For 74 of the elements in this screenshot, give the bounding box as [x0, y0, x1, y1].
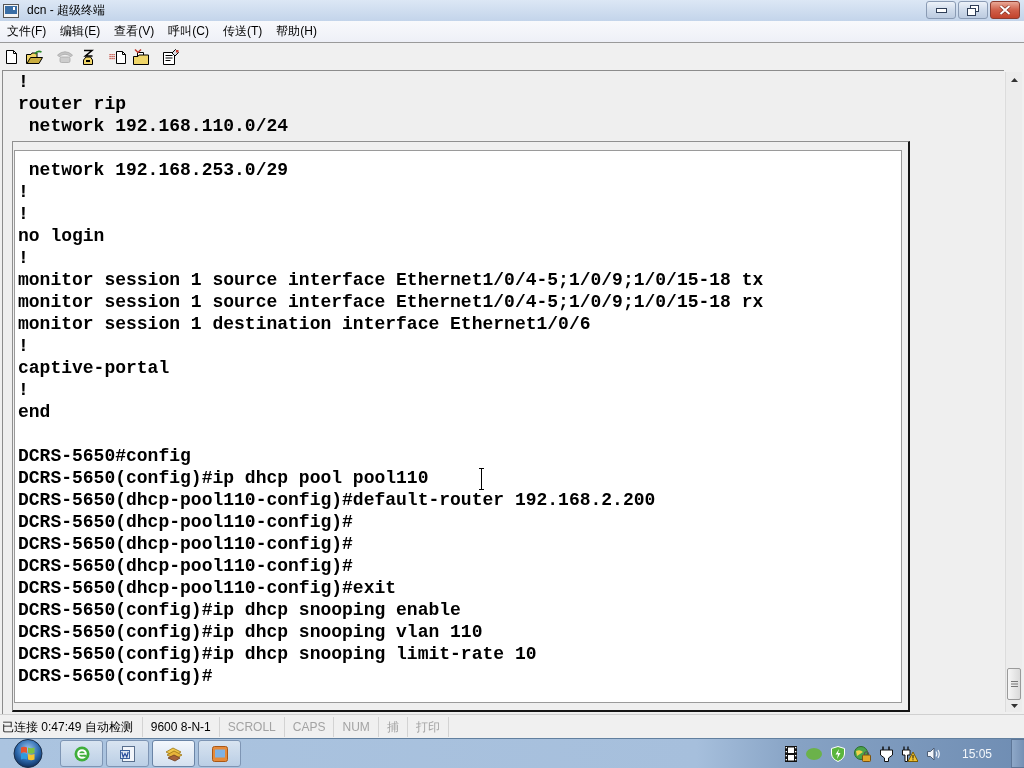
scroll-thumb[interactable] — [1007, 668, 1021, 700]
terminal-line: ! — [18, 203, 29, 225]
status-text: 已连接 0:47:49 自动检测 — [0, 716, 143, 737]
status-text: 捕 — [378, 716, 408, 737]
terminal-line: DCRS-5650(dhcp-pool110-config)# — [18, 533, 353, 555]
telephone-icon — [81, 48, 94, 65]
terminal-line: ! — [18, 181, 29, 203]
terminal-line: DCRS-5650(dhcp-pool110-config)#default-router 192.168.2.200 — [18, 489, 656, 511]
terminal-line: captive-portal — [18, 357, 170, 379]
close-icon — [999, 5, 1011, 15]
taskbar-button[interactable] — [60, 740, 103, 767]
open-folder-icon — [26, 49, 43, 64]
terminal-line: DCRS-5650(dhcp-pool110-config)# — [18, 555, 353, 577]
terminal-line: DCRS-5650(config)#ip dhcp snooping enable — [18, 599, 461, 621]
terminal-line: router rip — [18, 93, 127, 115]
terminal-line: DCRS-5650(config)# — [18, 665, 213, 687]
terminal-line: DCRS-5650(config)#ip dhcp pool pool110 — [18, 467, 429, 489]
blank-page-icon — [6, 49, 17, 64]
grip-icon — [1010, 681, 1018, 687]
terminal-line: network 192.168.253.0/29 — [27, 159, 289, 181]
menu-item[interactable]: 呼叫(C) — [161, 23, 216, 40]
restore-icon — [967, 4, 979, 16]
text-cursor-icon — [479, 468, 484, 490]
window-icon — [211, 745, 228, 762]
folders-icon — [164, 745, 183, 762]
terminal-line: ! — [18, 247, 29, 269]
status-text: 打印 — [407, 716, 449, 737]
speaker-icon[interactable] — [926, 746, 941, 761]
start-orb-icon — [13, 739, 43, 768]
taskbar-button[interactable] — [198, 740, 241, 767]
terminal-line: DCRS-5650(dhcp-pool110-config)#exit — [18, 577, 397, 599]
terminal-line: DCRS-5650(config)#ip dhcp snooping limit-rate 10 — [18, 643, 537, 665]
status-text: CAPS — [284, 716, 335, 737]
terminal-line: DCRS-5650#config — [18, 445, 191, 467]
caret-down-icon — [1010, 704, 1018, 708]
status-text: SCROLL — [219, 716, 285, 737]
terminal-line: end — [18, 401, 51, 423]
minimize-icon — [935, 7, 947, 13]
terminal-line: monitor session 1 source interface Ethernet1/0/4-5;1/0/9;1/0/15-18 rx — [18, 291, 764, 313]
caret-up-icon — [1010, 78, 1018, 82]
status-text: 9600 8-N-1 — [142, 716, 220, 737]
terminal-line: ! — [18, 379, 29, 401]
w-page-icon — [119, 745, 136, 762]
film-strip-icon[interactable] — [784, 745, 797, 762]
taskbar-button[interactable] — [106, 740, 149, 767]
page-folder-icon — [132, 48, 149, 65]
terminal-line: monitor session 1 source interface Ethernet1/0/4-5;1/0/9;1/0/15-18 tx — [18, 269, 764, 291]
globe-lock-icon[interactable] — [853, 745, 871, 762]
menu-item[interactable]: 查看(V) — [107, 23, 162, 40]
terminal-line: DCRS-5650(dhcp-pool110-config)# — [18, 511, 353, 533]
menu-item[interactable]: 文件(F) — [0, 23, 54, 40]
terminal-line: no login — [18, 225, 105, 247]
network-warning-icon[interactable] — [901, 745, 918, 762]
terminal-line: monitor session 1 destination interface Ethernet1/0/6 — [18, 313, 591, 335]
terminal-line: network 192.168.110.0/24 — [27, 115, 289, 137]
telephone-icon — [56, 50, 73, 63]
minimize-button[interactable] — [926, 1, 956, 19]
close-button[interactable] — [990, 1, 1020, 19]
terminal-line: DCRS-5650(config)#ip dhcp snooping vlan 110 — [18, 621, 483, 643]
shield-icon[interactable] — [830, 745, 845, 762]
window-title: dcn - 超级终端 — [27, 2, 106, 19]
app-icon — [3, 3, 19, 18]
menu-item[interactable]: 编辑(E) — [53, 23, 108, 40]
terminal-line: ! — [18, 71, 29, 93]
terminal-line: ! — [18, 335, 29, 357]
plug-icon[interactable] — [879, 745, 893, 762]
properties-icon — [162, 48, 179, 65]
e-circle-icon — [73, 745, 90, 762]
menu-item[interactable]: 传送(T) — [216, 23, 270, 40]
taskbar-button[interactable] — [152, 740, 195, 767]
status-text: NUM — [334, 716, 379, 737]
dotted-page-icon — [109, 49, 126, 64]
menu-item[interactable]: 帮助(H) — [269, 23, 324, 40]
restore-button[interactable] — [958, 1, 988, 19]
